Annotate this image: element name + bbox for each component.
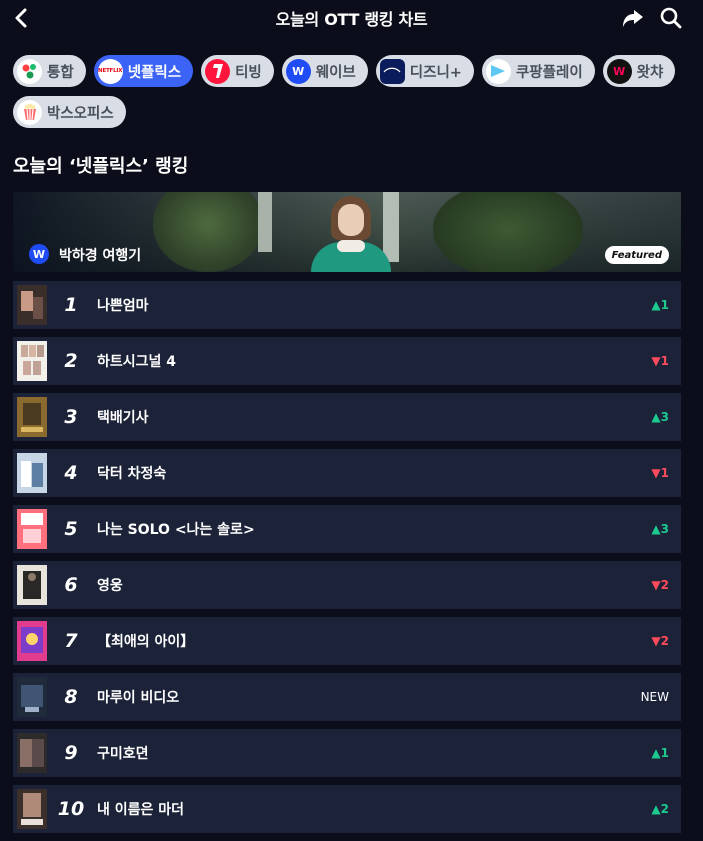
poster-thumbnail [17, 397, 47, 437]
rank-number: 8 [64, 686, 78, 708]
chip-boxoffice[interactable]: 박스오피스 [13, 96, 126, 128]
ranking-list: 1 나쁜엄마 ▲1 2 하트시그널 4 ▼1 3 택배기사 ▲3 4 닥터 차정… [13, 281, 681, 841]
title-label: 【최애의 아이】 [97, 634, 195, 650]
tving-logo [205, 58, 231, 84]
wavve-icon: W [29, 244, 49, 264]
ranking-row[interactable]: 2 하트시그널 4 ▼1 [13, 337, 681, 385]
banner-image-tree [433, 192, 583, 272]
chevron-left-icon [15, 8, 27, 28]
ranking-row[interactable]: 9 구미호뎐 ▲1 [13, 729, 681, 777]
rank-change: ▼2 [651, 634, 669, 648]
title-label: 내 이름은 마더 [97, 802, 185, 818]
chip-label: 박스오피스 [47, 105, 114, 122]
ranking-row[interactable]: 10 내 이름은 마더 ▲2 [13, 785, 681, 833]
poster-thumbnail [17, 285, 47, 325]
chip-label: 통합 [47, 64, 74, 81]
rank-change: ▲2 [651, 802, 669, 816]
chip-label: 티빙 [235, 64, 262, 81]
section-title: 오늘의 ‘넷플릭스’ 랭킹 [13, 156, 189, 177]
featured-tag: Featured [604, 246, 669, 264]
search-icon [660, 7, 682, 29]
disney-logo [379, 58, 405, 84]
poster-thumbnail [17, 789, 47, 829]
platform-filter: 통합 NETFLIX 넷플릭스 티빙 W 웨이브 디즈니+ 쿠팡플레이 W 왓챠 [13, 55, 693, 128]
rank-number: 4 [64, 462, 78, 484]
rank-number: 10 [57, 798, 85, 820]
ranking-row[interactable]: 5 나는 SOLO <나는 솔로> ▲3 [13, 505, 681, 553]
ranking-row[interactable]: 1 나쁜엄마 ▲1 [13, 281, 681, 329]
popcorn-icon [17, 99, 42, 125]
poster-thumbnail [17, 453, 47, 493]
rank-number: 2 [64, 350, 78, 372]
chip-label: 왓챠 [636, 64, 664, 81]
rank-change: ▼1 [651, 354, 669, 368]
ranking-row[interactable]: 7 【최애의 아이】 ▼2 [13, 617, 681, 665]
rank-number: 3 [64, 406, 78, 428]
banner-image-tree [153, 192, 263, 272]
title-label: 나쁜엄마 [97, 298, 149, 314]
all-logo [17, 58, 42, 84]
wavve-logo: W [285, 58, 311, 84]
page-title: 오늘의 OTT 랭킹 차트 [275, 10, 428, 29]
chip-label: 쿠팡플레이 [515, 64, 583, 81]
rank-number: 6 [64, 574, 78, 596]
rank-number: 1 [64, 294, 78, 316]
chip-watcha[interactable]: W 왓챠 [602, 55, 676, 87]
rank-number: 5 [64, 518, 78, 540]
title-label: 하트시그널 4 [97, 354, 177, 370]
ranking-row[interactable]: 6 영웅 ▼2 [13, 561, 681, 609]
title-label: 구미호뎐 [97, 746, 149, 762]
title-label: 나는 SOLO <나는 솔로> [97, 522, 255, 538]
poster-thumbnail [17, 621, 47, 661]
top-bar: 오늘의 OTT 랭킹 차트 [0, 0, 703, 36]
ranking-row[interactable]: 3 택배기사 ▲3 [13, 393, 681, 441]
title-label: 마루이 비디오 [97, 690, 180, 706]
rank-change: ▲1 [651, 746, 669, 760]
chip-label: 넷플릭스 [127, 64, 182, 81]
chip-disney[interactable]: 디즈니+ [375, 55, 474, 87]
chip-all[interactable]: 통합 [13, 55, 86, 87]
poster-thumbnail [17, 565, 47, 605]
rank-change: NEW [640, 690, 669, 704]
chip-label: 웨이브 [315, 64, 356, 81]
rank-number: 9 [64, 742, 78, 764]
banner-image-pillar [258, 192, 272, 252]
share-icon [623, 10, 643, 27]
netflix-logo: NETFLIX [97, 58, 123, 84]
rank-change: ▲3 [651, 522, 669, 536]
poster-thumbnail [17, 341, 47, 381]
chip-label: 디즈니+ [409, 64, 462, 81]
chip-coupangplay[interactable]: 쿠팡플레이 [481, 55, 595, 87]
back-button[interactable] [10, 6, 32, 30]
rank-change: ▲1 [651, 298, 669, 312]
poster-thumbnail [17, 677, 47, 717]
watcha-logo: W [606, 58, 632, 84]
search-button[interactable] [659, 6, 683, 30]
ranking-row[interactable]: 4 닥터 차정숙 ▼1 [13, 449, 681, 497]
poster-thumbnail [17, 509, 47, 549]
title-label: 닥터 차정숙 [97, 466, 167, 482]
ranking-row[interactable]: 8 마루이 비디오 NEW [13, 673, 681, 721]
share-button[interactable] [621, 6, 645, 30]
featured-title: 박하경 여행기 [59, 248, 142, 264]
chip-tving[interactable]: 티빙 [201, 55, 274, 87]
title-label: 택배기사 [97, 410, 149, 426]
title-label: 영웅 [97, 578, 123, 594]
rank-change: ▼1 [651, 466, 669, 480]
banner-image-person [311, 196, 391, 272]
poster-thumbnail [17, 733, 47, 773]
featured-banner[interactable]: W 박하경 여행기 Featured [13, 192, 681, 272]
rank-change: ▼2 [651, 578, 669, 592]
rank-change: ▲3 [651, 410, 669, 424]
chip-wavve[interactable]: W 웨이브 [281, 55, 368, 87]
coupangplay-logo [485, 58, 511, 84]
rank-number: 7 [64, 630, 78, 652]
chip-netflix[interactable]: NETFLIX 넷플릭스 [93, 55, 194, 87]
